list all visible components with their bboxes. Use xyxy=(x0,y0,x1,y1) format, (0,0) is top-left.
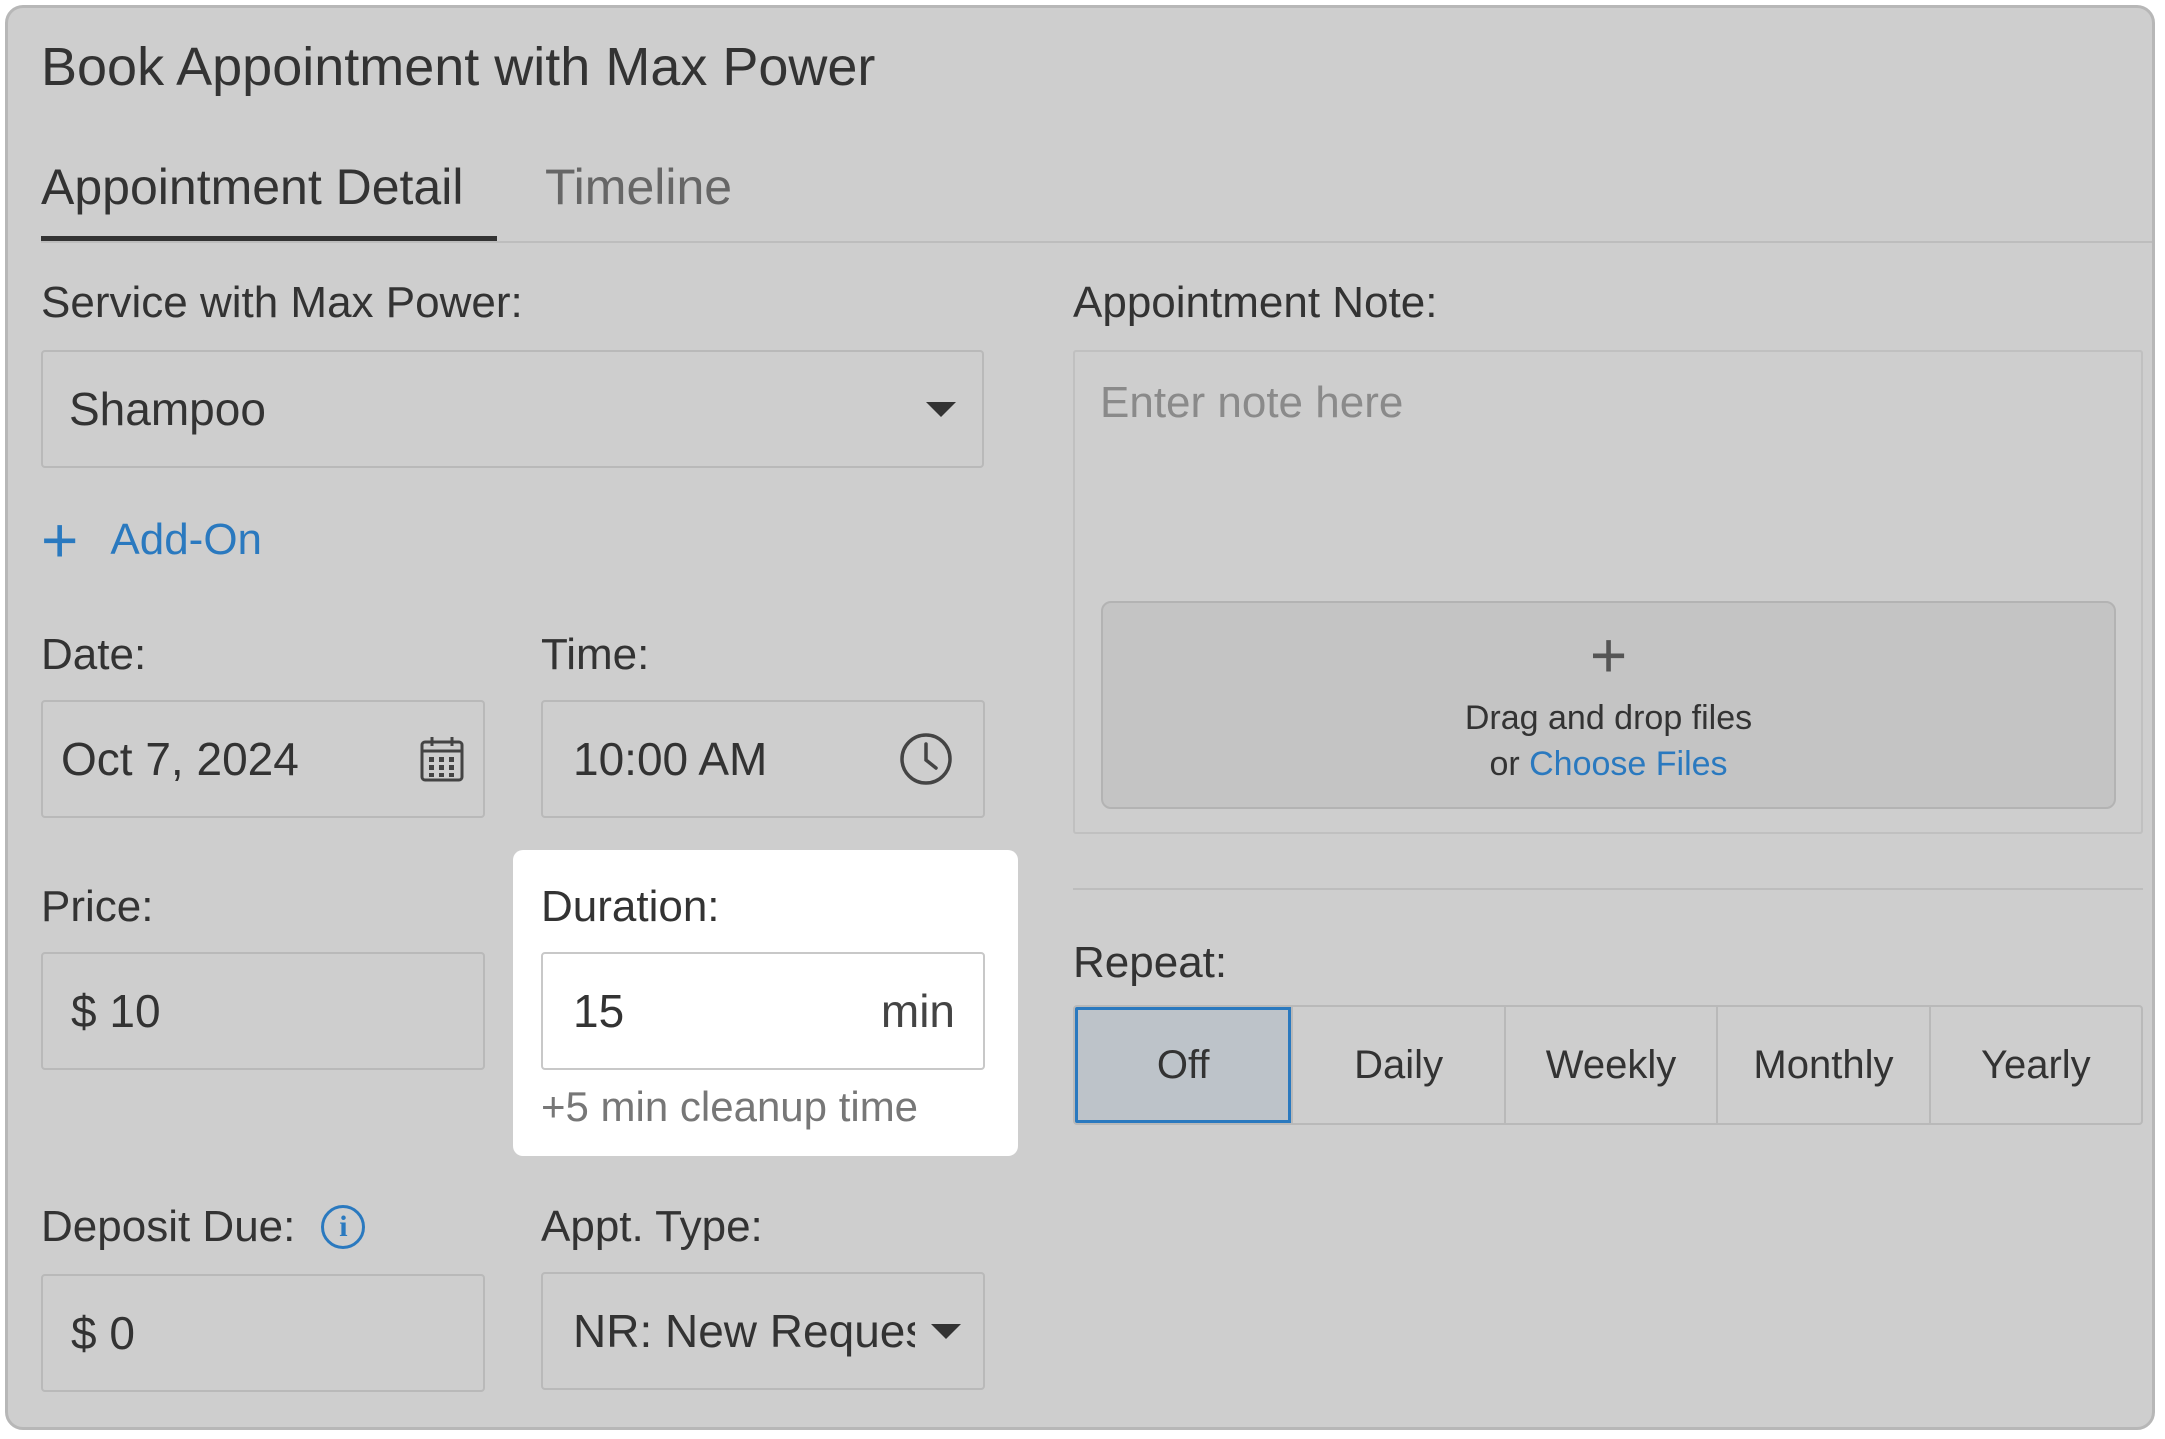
repeat-monthly-button[interactable]: Monthly xyxy=(1716,1007,1928,1123)
price-value: $ 10 xyxy=(71,985,161,1037)
dropzone-choose-row: or Choose Files xyxy=(1489,741,1727,787)
date-input[interactable]: Oct 7, 2024 xyxy=(41,700,485,818)
duration-label: Duration: xyxy=(541,882,720,931)
date-label: Date: xyxy=(41,630,147,679)
time-input[interactable]: 10:00 AM xyxy=(541,700,985,818)
chevron-down-icon xyxy=(926,401,956,417)
repeat-off-button[interactable]: Off xyxy=(1075,1007,1292,1123)
time-value: 10:00 AM xyxy=(573,733,768,785)
price-input[interactable]: $ 10 xyxy=(41,952,485,1070)
appt-type-label: Appt. Type: xyxy=(541,1202,763,1251)
tab-appointment-detail[interactable]: Appointment Detail xyxy=(41,158,463,216)
file-dropzone[interactable]: + Drag and drop files or Choose Files xyxy=(1101,601,2116,809)
repeat-segmented-control: Off Daily Weekly Monthly Yearly xyxy=(1073,1005,2143,1125)
service-value: Shampoo xyxy=(69,383,266,435)
repeat-label: Repeat: xyxy=(1073,938,1228,987)
chevron-down-icon xyxy=(931,1323,961,1339)
date-value: Oct 7, 2024 xyxy=(61,733,299,785)
appointment-note-label: Appointment Note: xyxy=(1073,278,1438,327)
choose-files-link[interactable]: Choose Files xyxy=(1529,745,1727,783)
deposit-label-row: Deposit Due: i xyxy=(41,1202,366,1252)
plus-icon: + xyxy=(41,504,79,576)
section-divider xyxy=(1073,888,2143,890)
service-select[interactable]: Shampoo xyxy=(41,350,984,468)
calendar-icon[interactable] xyxy=(419,734,465,784)
clock-icon[interactable] xyxy=(899,732,953,786)
add-on-label: Add-On xyxy=(110,515,263,564)
plus-icon: + xyxy=(1589,619,1628,691)
price-label: Price: xyxy=(41,882,154,931)
info-icon[interactable]: i xyxy=(321,1205,366,1249)
service-label: Service with Max Power: xyxy=(41,278,523,327)
duration-unit: min xyxy=(880,985,955,1037)
repeat-yearly-button[interactable]: Yearly xyxy=(1928,1007,2141,1123)
tab-timeline[interactable]: Timeline xyxy=(545,158,732,216)
note-placeholder: Enter note here xyxy=(1100,378,1404,427)
appt-type-value: NR: New Request xyxy=(573,1305,915,1357)
deposit-input[interactable]: $ 0 xyxy=(41,1274,485,1392)
dropzone-text: Drag and drop files xyxy=(1464,699,1753,737)
time-label: Time: xyxy=(541,630,650,679)
deposit-value: $ 0 xyxy=(71,1307,135,1359)
tab-divider xyxy=(41,241,2152,243)
duration-input[interactable]: 15 min xyxy=(541,952,985,1070)
repeat-weekly-button[interactable]: Weekly xyxy=(1503,1007,1716,1123)
dropzone-or: or xyxy=(1489,745,1520,783)
deposit-label: Deposit Due: xyxy=(41,1202,296,1251)
cleanup-time-hint: +5 min cleanup time xyxy=(541,1083,919,1130)
dialog-title: Book Appointment with Max Power xyxy=(41,37,876,97)
book-appointment-dialog: Book Appointment with Max Power Appointm… xyxy=(5,5,2155,1430)
duration-value: 15 xyxy=(573,985,625,1037)
repeat-daily-button[interactable]: Daily xyxy=(1291,1007,1503,1123)
appt-type-select[interactable]: NR: New Request xyxy=(541,1272,985,1390)
add-on-button[interactable]: + Add-On xyxy=(41,508,262,572)
